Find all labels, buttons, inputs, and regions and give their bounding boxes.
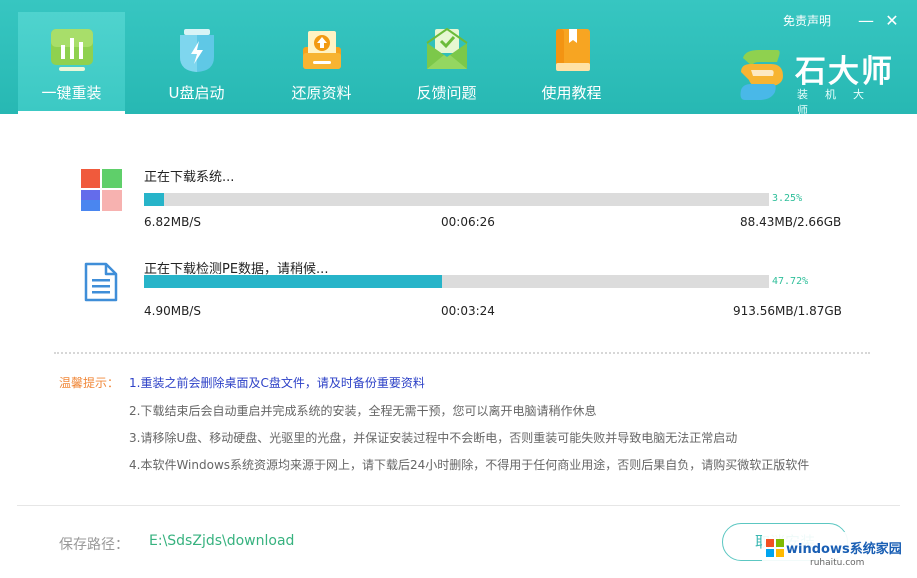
tutorial-book-icon: [556, 29, 590, 71]
progress-bar-fill: [144, 193, 165, 206]
download-speed: 6.82MB/S: [144, 215, 201, 229]
header-bar: 一键重装 U盘启动 还原资料 反馈问题 使用教程 免责声明 — ✕ 石大师 装机…: [0, 0, 917, 117]
download-time: 00:06:26: [441, 215, 495, 229]
download-title: 正在下载系统...: [144, 170, 235, 185]
shidashi-logo-icon: [740, 50, 783, 100]
windows-flag-icon: [766, 539, 784, 557]
windows-logo-icon: [81, 169, 122, 211]
tips-label: 温馨提示：: [59, 376, 120, 390]
nav-label-restore: 还原资料: [291, 84, 352, 102]
watermark-text: windows系统家园: [786, 542, 902, 557]
feedback-mail-icon: [426, 27, 468, 69]
download-speed: 4.90MB/S: [144, 304, 201, 318]
tip-item: 4.本软件Windows系统资源均来源于网上，请下载后24小时删除，不得用于任何…: [129, 458, 810, 472]
nav-item-restore[interactable]: 还原资料: [268, 12, 375, 114]
progress-bar: [144, 275, 769, 288]
nav-label-reinstall: 一键重装: [41, 84, 102, 102]
close-button[interactable]: ✕: [881, 10, 903, 30]
tip-item: 1.重装之前会删除桌面及C盘文件，请及时备份重要资料: [129, 376, 425, 390]
minimize-button[interactable]: —: [855, 10, 877, 30]
logo-subtitle: 装机大师: [797, 88, 881, 117]
watermark: windows系统家园 ruhaitu.com: [762, 532, 912, 576]
footer-divider: [17, 505, 900, 506]
top-links: 免责声明 — ✕: [783, 10, 903, 30]
download-time: 00:03:24: [441, 304, 495, 318]
document-file-icon: [84, 262, 118, 302]
main-nav: 一键重装 U盘启动 还原资料 反馈问题 使用教程: [18, 12, 643, 114]
download-size: 913.56MB/1.87GB: [733, 304, 842, 318]
download-size: 88.43MB/2.66GB: [740, 215, 842, 229]
progress-bar-fill: [144, 275, 443, 288]
tip-item: 2.下载结束后会自动重启并完成系统的安装，全程无需干预，您可以离开电脑请稍作休息: [129, 404, 597, 418]
progress-percent: 3.25%: [772, 193, 803, 204]
restore-data-icon: [303, 31, 341, 69]
usb-boot-icon: [180, 29, 214, 72]
nav-label-tutorial: 使用教程: [541, 84, 602, 102]
nav-label-usb-boot: U盘启动: [168, 84, 225, 102]
nav-item-tutorial[interactable]: 使用教程: [518, 12, 625, 114]
nav-label-feedback: 反馈问题: [416, 84, 477, 102]
nav-item-reinstall[interactable]: 一键重装: [18, 12, 125, 114]
save-path-value[interactable]: E:\SdsZjds\download: [149, 533, 294, 549]
progress-percent: 47.72%: [772, 276, 809, 287]
reinstall-chart-icon: [51, 29, 93, 71]
disclaimer-link[interactable]: 免责声明: [783, 12, 831, 29]
tip-item: 3.请移除U盘、移动硬盘、光驱里的光盘，并保证安装过程中不会断电，否则重装可能失…: [129, 431, 738, 445]
watermark-subtext: ruhaitu.com: [810, 558, 865, 568]
progress-bar: [144, 193, 769, 206]
dotted-divider: [54, 352, 870, 354]
save-path-label: 保存路径：: [59, 537, 129, 553]
nav-item-usb-boot[interactable]: U盘启动: [143, 12, 250, 114]
logo-title: 石大师: [795, 54, 894, 90]
app-logo: 石大师 装机大师: [737, 46, 907, 117]
nav-item-feedback[interactable]: 反馈问题: [393, 12, 500, 114]
